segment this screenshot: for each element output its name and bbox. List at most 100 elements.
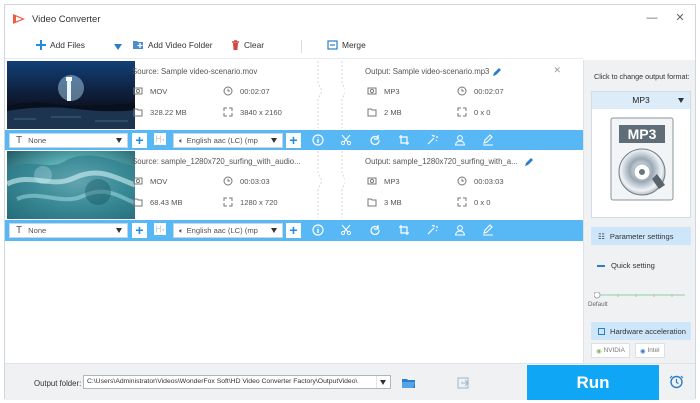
source-filename: Source: Sample video-scenario.mov <box>132 67 258 76</box>
source-size: 68.43 MB <box>133 197 183 207</box>
hardware-acceleration-label: Hardware acceleration <box>610 326 686 336</box>
minimize-button[interactable]: — <box>645 11 659 25</box>
output-settings-panel: Click to change output format: MP3 MP3 ☷… <box>583 60 695 363</box>
clear-button[interactable]: Clear <box>231 40 264 50</box>
video-thumbnail[interactable] <box>7 61 135 129</box>
plus-icon: + <box>289 132 298 148</box>
intel-option[interactable]: ◉ Intel <box>634 343 665 358</box>
add-subtitle-button[interactable]: + <box>132 133 147 148</box>
subtitle-icon: T <box>16 135 23 146</box>
file-size-icon <box>133 108 143 117</box>
slider-default-label: Default <box>588 301 608 308</box>
file-item[interactable]: Source: Sample video-scenario.mov MOV 00… <box>5 60 583 151</box>
watermark-icon[interactable] <box>154 223 166 235</box>
add-audio-button[interactable]: + <box>286 133 301 148</box>
subtitle-value: None <box>28 226 47 235</box>
edit-pencil-icon[interactable] <box>492 67 502 77</box>
nvidia-option[interactable]: ◉ NVIDIA <box>591 343 630 358</box>
rotate-icon[interactable] <box>369 134 381 146</box>
hardware-acceleration-button[interactable]: Hardware acceleration <box>591 322 691 340</box>
clear-label: Clear <box>244 40 265 50</box>
clock-icon <box>223 86 233 96</box>
edit-pencil-icon[interactable] <box>524 157 534 167</box>
title-bar: Video Converter — ✕ <box>5 5 695 33</box>
source-duration-value: 00:02:07 <box>240 86 270 96</box>
file-item[interactable]: Source: sample_1280x720_surfing_with_aud… <box>5 150 583 241</box>
add-video-folder-button[interactable]: Add Video Folder <box>132 40 213 50</box>
source-size: 328.22 MB <box>133 107 187 117</box>
close-icon: ✕ <box>553 65 561 75</box>
quick-setting-marker-icon <box>597 264 605 267</box>
add-files-label: Add Files <box>50 40 85 50</box>
subtitle-select[interactable]: T None <box>9 223 128 238</box>
plus-icon: + <box>135 222 144 238</box>
cut-icon[interactable] <box>340 224 352 236</box>
audio-track-value: English aac (LC) (mp <box>186 226 258 235</box>
output-format-value: MP3 <box>384 176 400 186</box>
pen-icon[interactable] <box>482 224 494 236</box>
output-size: 3 MB <box>367 197 402 207</box>
rotate-icon[interactable] <box>369 224 381 236</box>
output-resolution: 0 x 0 <box>457 107 490 117</box>
toolbar-divider <box>301 40 302 53</box>
person-icon[interactable] <box>454 224 466 236</box>
add-subtitle-button[interactable]: + <box>132 223 147 238</box>
effects-icon[interactable] <box>426 224 438 236</box>
add-files-button[interactable]: Add Files <box>36 40 85 50</box>
audio-track-select[interactable]: 🔈︎ English aac (LC) (mp <box>173 223 283 238</box>
parameter-settings-button[interactable]: ☷ Parameter settings <box>591 227 691 245</box>
source-duration: 00:02:07 <box>223 86 270 96</box>
quality-slider[interactable] <box>594 292 688 306</box>
close-icon: ✕ <box>675 12 685 24</box>
dropdown-icon[interactable] <box>114 44 122 50</box>
checkbox-icon <box>598 327 605 335</box>
subtitle-select[interactable]: T None <box>9 133 128 148</box>
run-button[interactable]: Run <box>527 365 659 400</box>
info-icon[interactable] <box>312 134 324 146</box>
output-folder-path[interactable]: C:\Users\Administrator\Videos\WonderFox … <box>83 375 391 389</box>
resolution-icon <box>457 107 467 117</box>
file-size-icon <box>367 108 377 117</box>
video-converter-window: Video Converter — ✕ Add Files Add Video … <box>4 4 696 400</box>
pen-icon[interactable] <box>482 134 494 146</box>
file-size-icon <box>133 198 143 207</box>
output-resolution-value: 0 x 0 <box>474 197 491 207</box>
crop-icon[interactable] <box>398 134 410 146</box>
dropdown-icon <box>376 376 388 388</box>
close-button[interactable]: ✕ <box>673 11 687 25</box>
merge-button[interactable]: Merge <box>327 40 366 50</box>
output-format-header[interactable]: MP3 <box>592 92 690 109</box>
output-size-value: 2 MB <box>384 107 402 117</box>
add-video-folder-label: Add Video Folder <box>148 40 213 50</box>
output-duration-value: 00:02:07 <box>474 86 504 96</box>
output-filename: Output: Sample video-scenario.mp3 <box>365 67 490 76</box>
add-audio-button[interactable]: + <box>286 223 301 238</box>
open-folder-icon[interactable] <box>401 377 416 389</box>
item-editor-bar: T None + 🔈︎ English aac (LC) (mp + <box>5 220 583 241</box>
output-format: MP3 <box>367 176 400 186</box>
remove-item-button[interactable]: ✕ <box>553 65 561 76</box>
video-thumbnail[interactable] <box>7 151 135 219</box>
merge-label: Merge <box>342 40 366 50</box>
conversion-divider <box>317 61 345 128</box>
alarm-icon[interactable] <box>669 373 684 389</box>
output-format-value: MP3 <box>384 86 400 96</box>
app-logo-icon <box>13 14 25 24</box>
clock-icon <box>223 176 233 186</box>
crop-icon[interactable] <box>398 224 410 236</box>
video-format-icon <box>133 87 143 95</box>
merge-icon <box>327 40 338 50</box>
output-format-selector[interactable]: MP3 MP3 <box>591 91 691 218</box>
effects-icon[interactable] <box>426 134 438 146</box>
watermark-icon[interactable] <box>154 133 166 145</box>
source-format-value: MOV <box>150 86 168 96</box>
export-icon[interactable] <box>457 376 470 390</box>
output-size: 2 MB <box>367 107 402 117</box>
settings-icon: ☷ <box>598 231 605 241</box>
quick-setting-toggle[interactable]: Quick setting <box>597 261 655 270</box>
cut-icon[interactable] <box>340 134 352 146</box>
person-icon[interactable] <box>454 134 466 146</box>
clock-icon <box>457 176 467 186</box>
info-icon[interactable] <box>312 224 324 236</box>
audio-track-select[interactable]: 🔈︎ English aac (LC) (mp <box>173 133 283 148</box>
